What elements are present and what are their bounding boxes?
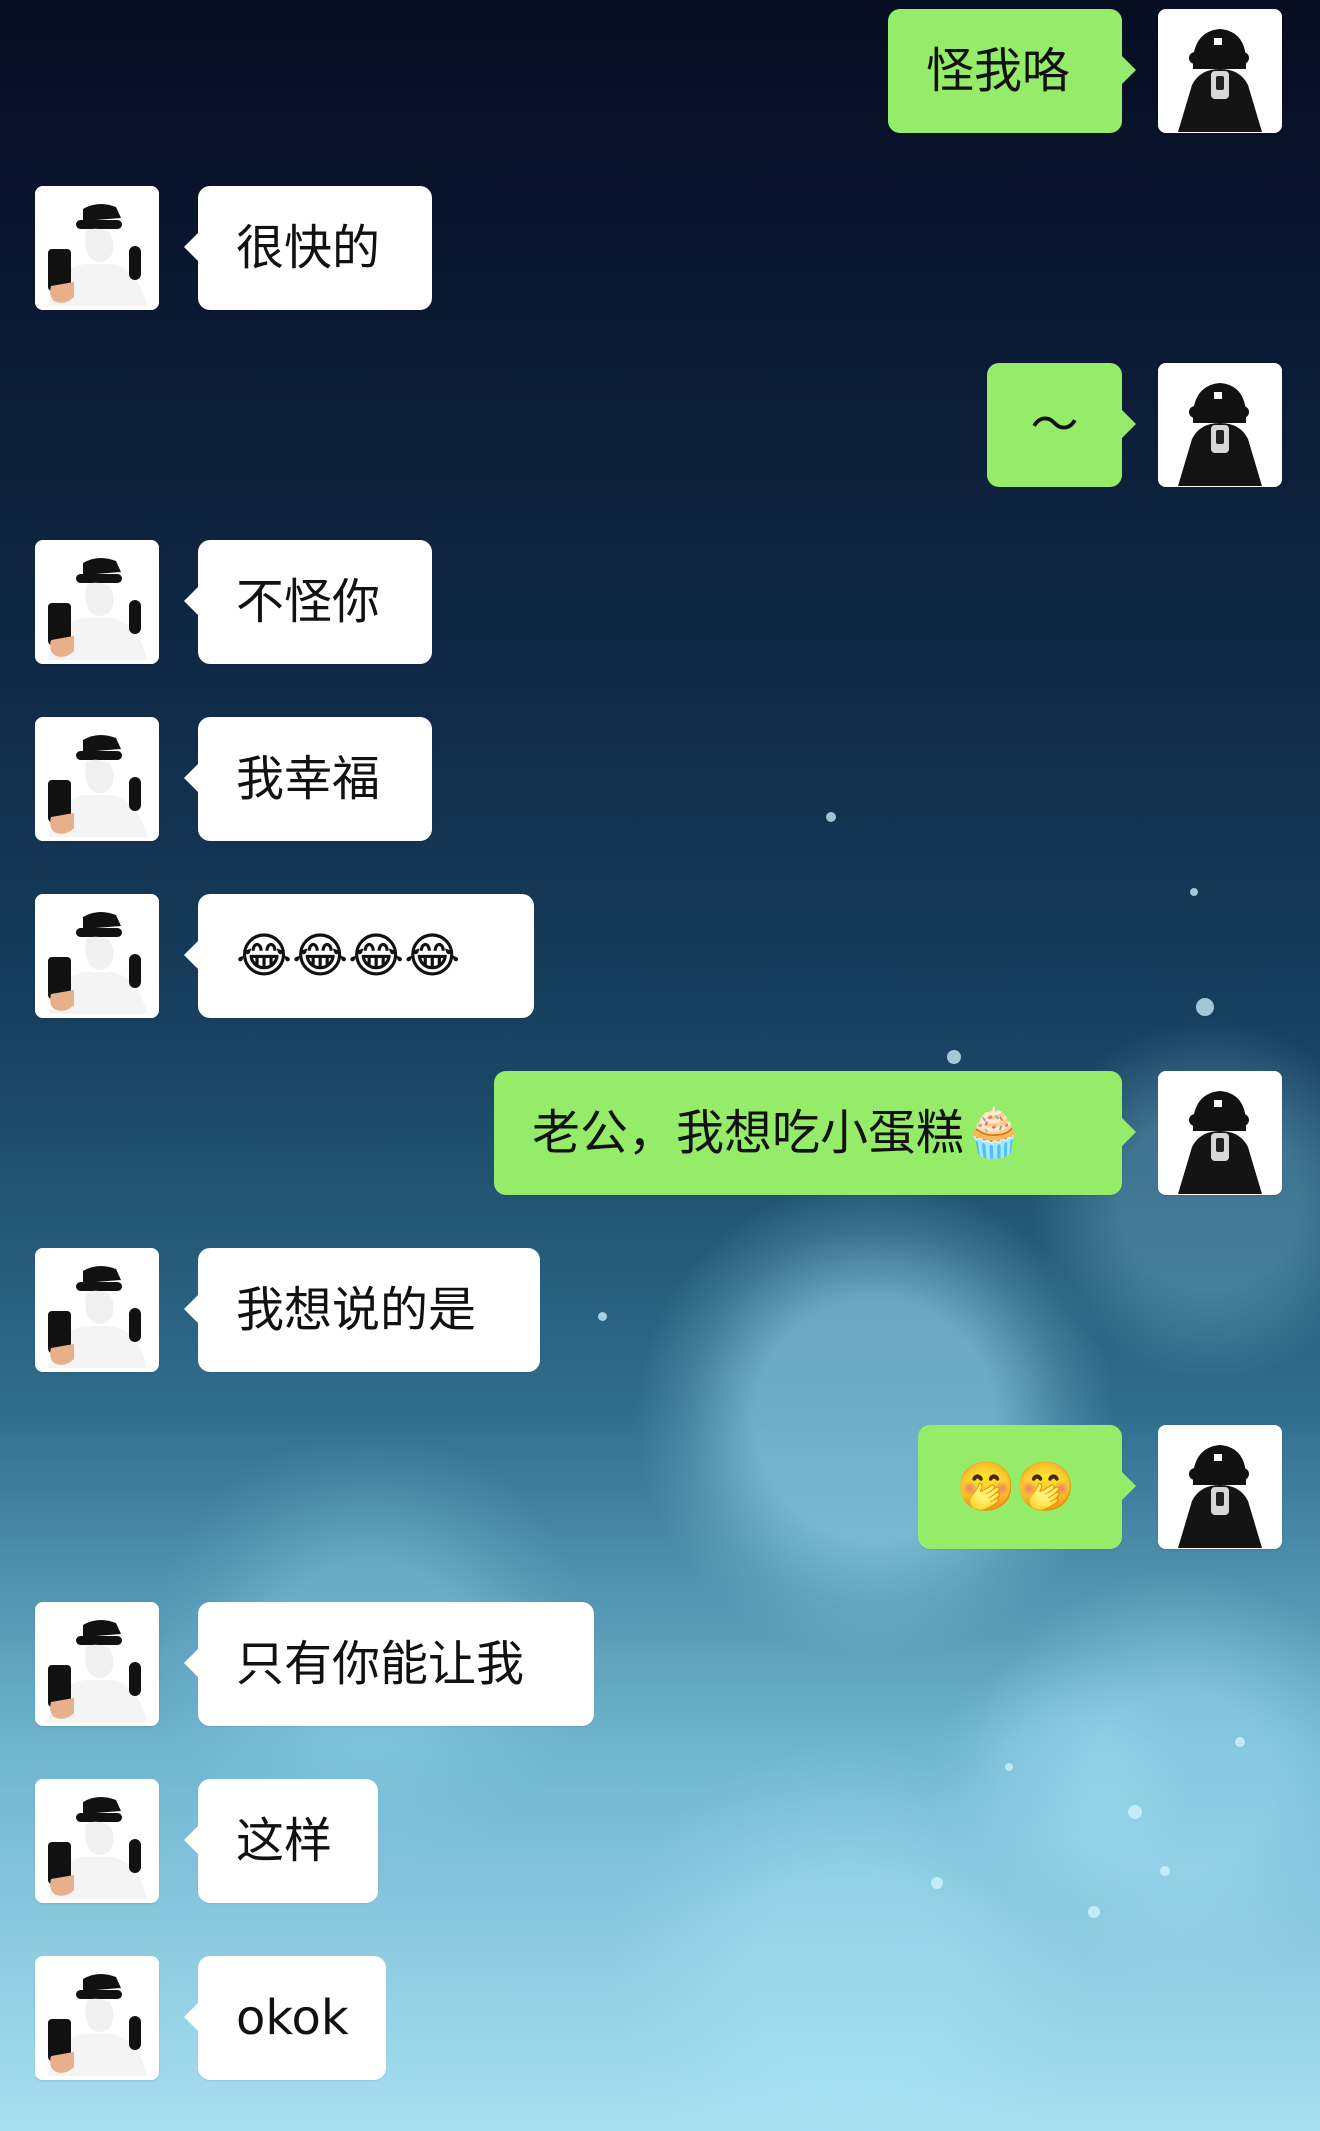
bokeh-dot	[947, 1050, 961, 1064]
user-avatar-with-phone-icon	[35, 1956, 159, 2080]
outgoing-avatar[interactable]	[1158, 9, 1282, 133]
bokeh-dot	[1088, 1906, 1100, 1918]
incoming-avatar[interactable]	[35, 1779, 159, 1903]
user-avatar-with-phone-icon	[35, 540, 159, 664]
incoming-avatar[interactable]	[35, 1248, 159, 1372]
message-text: 😂😂😂😂	[236, 928, 461, 984]
bokeh-dot	[1160, 1866, 1170, 1876]
user-avatar-with-phone-icon	[35, 894, 159, 1018]
message-bubble-outgoing[interactable]: 怪我咯	[888, 9, 1136, 133]
user-avatar-with-cap-and-phone-icon	[1158, 9, 1282, 133]
message-bubble-incoming[interactable]: 只有你能让我	[184, 1602, 594, 1726]
message-bubble-outgoing[interactable]: 老公，我想吃小蛋糕🧁	[494, 1071, 1136, 1195]
user-avatar-with-cap-and-phone-icon	[1158, 1071, 1282, 1195]
message-text: 怪我咯	[926, 43, 1071, 99]
message-text: 老公，我想吃小蛋糕🧁	[532, 1105, 1024, 1161]
user-avatar-with-phone-icon	[35, 186, 159, 310]
message-bubble-incoming[interactable]: 我想说的是	[184, 1248, 540, 1372]
message-bubble-incoming[interactable]: okok	[184, 1956, 386, 2080]
message-bubble-incoming[interactable]: 不怪你	[184, 540, 432, 664]
bokeh-dot	[1196, 998, 1214, 1016]
message-text: ～	[1030, 397, 1079, 453]
message-bubble-outgoing[interactable]: 🤭🤭	[918, 1425, 1136, 1549]
outgoing-avatar[interactable]	[1158, 1425, 1282, 1549]
message-text: 很快的	[236, 220, 381, 276]
incoming-avatar[interactable]	[35, 1602, 159, 1726]
bokeh-dot	[1128, 1805, 1142, 1819]
message-text: 我幸福	[236, 751, 381, 807]
bokeh-dot	[931, 1877, 943, 1889]
outgoing-avatar[interactable]	[1158, 1071, 1282, 1195]
message-bubble-incoming[interactable]: 很快的	[184, 186, 432, 310]
incoming-avatar[interactable]	[35, 717, 159, 841]
message-text: 🤭🤭	[956, 1459, 1076, 1515]
bokeh-dot	[598, 1312, 607, 1321]
incoming-avatar[interactable]	[35, 186, 159, 310]
message-text: 我想说的是	[236, 1282, 477, 1338]
message-bubble-incoming[interactable]: 我幸福	[184, 717, 432, 841]
outgoing-avatar[interactable]	[1158, 363, 1282, 487]
user-avatar-with-cap-and-phone-icon	[1158, 1425, 1282, 1549]
incoming-avatar[interactable]	[35, 894, 159, 1018]
message-bubble-incoming[interactable]: 这样	[184, 1779, 378, 1903]
user-avatar-with-phone-icon	[35, 717, 159, 841]
bokeh-dot	[1235, 1737, 1245, 1747]
message-bubble-outgoing[interactable]: ～	[987, 363, 1136, 487]
message-text: okok	[236, 1990, 349, 2046]
bokeh-dot	[1190, 888, 1198, 896]
user-avatar-with-cap-and-phone-icon	[1158, 363, 1282, 487]
user-avatar-with-phone-icon	[35, 1779, 159, 1903]
user-avatar-with-phone-icon	[35, 1602, 159, 1726]
user-avatar-with-phone-icon	[35, 1248, 159, 1372]
message-text: 只有你能让我	[236, 1636, 525, 1692]
bokeh-dot	[826, 812, 836, 822]
message-text: 这样	[236, 1813, 333, 1869]
message-bubble-incoming[interactable]: 😂😂😂😂	[184, 894, 534, 1018]
incoming-avatar[interactable]	[35, 540, 159, 664]
incoming-avatar[interactable]	[35, 1956, 159, 2080]
bokeh-dot	[1005, 1763, 1013, 1771]
message-text: 不怪你	[236, 574, 381, 630]
